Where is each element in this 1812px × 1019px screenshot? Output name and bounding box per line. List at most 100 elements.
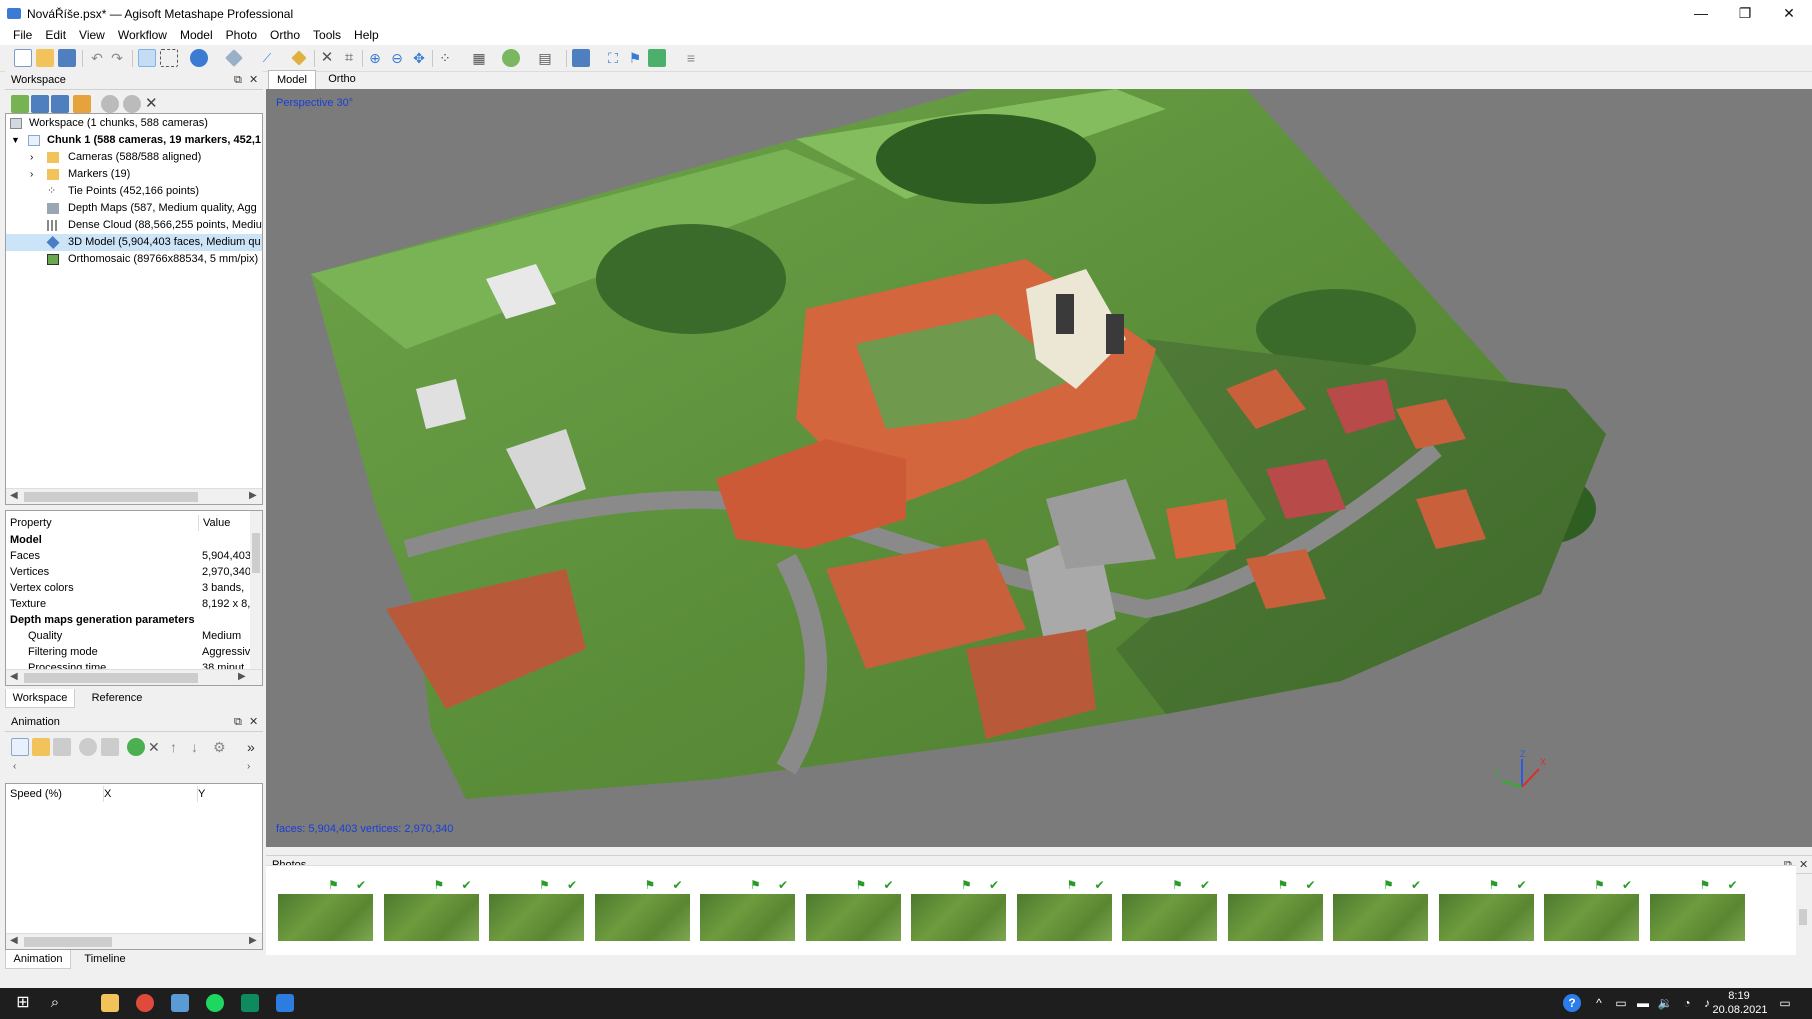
settings-icon[interactable]: ⚙ bbox=[213, 738, 231, 756]
photo-thumbnail[interactable] bbox=[1333, 894, 1428, 941]
photo-thumbnail[interactable] bbox=[383, 894, 479, 941]
start-icon[interactable]: ⊞ bbox=[14, 994, 32, 1012]
show-markers-icon[interactable]: ⚑ bbox=[626, 49, 644, 67]
photo-thumbnail[interactable] bbox=[1438, 894, 1534, 941]
dense-cloud-view-icon[interactable]: ▦ bbox=[470, 49, 488, 67]
track-settings-icon[interactable] bbox=[53, 738, 71, 756]
photo-thumbnail[interactable] bbox=[911, 894, 1006, 941]
scroll-left-icon[interactable]: ◀ bbox=[10, 490, 18, 501]
menu-file[interactable]: File bbox=[7, 25, 38, 45]
tree-item-orthomosaic[interactable]: Orthomosaic (89766x88534, 5 mm/pix) bbox=[6, 251, 262, 268]
workspace-hscrollbar[interactable]: ◀ ▶ bbox=[6, 488, 262, 504]
chevron-right-icon[interactable]: › bbox=[30, 149, 33, 166]
photo-thumbnail[interactable] bbox=[278, 894, 373, 941]
ruler-icon[interactable]: ⟋ bbox=[258, 49, 276, 67]
scroll-thumb[interactable] bbox=[1799, 909, 1807, 925]
close-button[interactable]: ✕ bbox=[1766, 0, 1812, 28]
tab-animation[interactable]: Animation bbox=[5, 950, 71, 969]
tab-ortho[interactable]: Ortho bbox=[318, 70, 366, 89]
model-viewport[interactable]: Perspective 30° faces: 5,904,403 vertice… bbox=[266, 89, 1812, 847]
capture-icon[interactable] bbox=[101, 738, 119, 756]
scroll-right-icon[interactable]: ▶ bbox=[238, 671, 246, 682]
tree-item-chunk[interactable]: ▼ Chunk 1 (588 cameras, 19 markers, 452,… bbox=[6, 132, 262, 149]
open-track-icon[interactable] bbox=[32, 738, 50, 756]
shape-icon[interactable] bbox=[225, 49, 243, 67]
delete-keyframe-icon[interactable]: ✕ bbox=[148, 738, 166, 756]
cameras-icon[interactable] bbox=[572, 49, 590, 67]
scroll-right-icon[interactable]: ▶ bbox=[249, 935, 257, 946]
tree-item-depth-maps[interactable]: Depth Maps (587, Medium quality, Agg bbox=[6, 200, 262, 217]
expand-arrow-icon[interactable]: ▼ bbox=[11, 132, 20, 149]
photo-thumbnail[interactable] bbox=[1649, 894, 1745, 941]
file-explorer-icon[interactable] bbox=[101, 994, 119, 1012]
add-photos-icon[interactable] bbox=[31, 95, 49, 113]
redo-icon[interactable]: ↷ bbox=[108, 49, 126, 67]
measure-icon[interactable] bbox=[291, 50, 307, 66]
clock-time[interactable]: 8:19 bbox=[1717, 990, 1761, 1002]
close-panel-icon[interactable]: ✕ bbox=[249, 71, 258, 89]
volume-icon[interactable]: 🔉 bbox=[1656, 994, 1674, 1012]
chrome-icon[interactable] bbox=[136, 994, 154, 1012]
device-icon[interactable]: ▭ bbox=[1612, 994, 1630, 1012]
chevron-up-icon[interactable]: ^ bbox=[1590, 994, 1608, 1012]
undo-icon[interactable]: ↶ bbox=[88, 49, 106, 67]
photo-thumbnail[interactable] bbox=[1227, 894, 1323, 941]
clock-date[interactable]: 20.08.2021 bbox=[1710, 1004, 1770, 1016]
rectangle-selection-icon[interactable] bbox=[160, 49, 178, 67]
help-icon[interactable]: ? bbox=[1563, 994, 1581, 1012]
save-icon[interactable] bbox=[58, 49, 76, 67]
spotify-icon[interactable] bbox=[206, 994, 224, 1012]
photos-vscrollbar[interactable] bbox=[1796, 895, 1810, 955]
more-icon[interactable]: » bbox=[247, 738, 265, 756]
scroll-thumb[interactable] bbox=[24, 937, 112, 947]
photo-thumbnail[interactable] bbox=[1544, 894, 1639, 941]
move-down-icon[interactable]: ↓ bbox=[191, 738, 209, 756]
show-cameras-icon[interactable]: ⛶ bbox=[604, 49, 622, 67]
tab-model[interactable]: Model bbox=[268, 70, 316, 89]
photo-thumbnail[interactable] bbox=[805, 894, 901, 941]
stereo-icon[interactable]: ≡ bbox=[682, 49, 700, 67]
float-panel-icon[interactable]: ⧉ bbox=[234, 713, 242, 731]
scroll-right-icon[interactable]: › bbox=[247, 761, 250, 772]
photo-thumbnail[interactable] bbox=[594, 894, 690, 941]
menu-view[interactable]: View bbox=[73, 25, 111, 45]
tree-item-dense-cloud[interactable]: Dense Cloud (88,566,255 points, Mediur bbox=[6, 217, 262, 234]
scroll-left-icon[interactable]: ‹ bbox=[13, 761, 16, 772]
tiled-model-icon[interactable]: ▤ bbox=[536, 49, 554, 67]
tree-item-cameras[interactable]: › Cameras (588/588 aligned) bbox=[6, 149, 262, 166]
photo-thumbnail[interactable] bbox=[700, 894, 795, 941]
close-panel-icon[interactable]: ✕ bbox=[249, 713, 258, 731]
float-panel-icon[interactable]: ⧉ bbox=[234, 71, 242, 89]
menu-workflow[interactable]: Workflow bbox=[112, 25, 173, 45]
menu-photo[interactable]: Photo bbox=[220, 25, 263, 45]
menu-edit[interactable]: Edit bbox=[39, 25, 72, 45]
tree-item-tie-points[interactable]: ⁘ Tie Points (452,166 points) bbox=[6, 183, 262, 200]
tab-reference[interactable]: Reference bbox=[77, 689, 157, 708]
reset-view-icon[interactable]: ✥ bbox=[410, 49, 428, 67]
disable-icon[interactable] bbox=[123, 95, 141, 113]
scroll-thumb[interactable] bbox=[24, 492, 198, 502]
model-view-icon[interactable] bbox=[502, 49, 520, 67]
notifications-icon[interactable]: ▭ bbox=[1776, 994, 1794, 1012]
tab-workspace[interactable]: Workspace bbox=[5, 689, 75, 708]
chevron-right-icon[interactable]: › bbox=[30, 166, 33, 183]
enable-icon[interactable] bbox=[101, 95, 119, 113]
photo-thumbnail[interactable] bbox=[1016, 894, 1112, 941]
remove-icon[interactable]: ✕ bbox=[145, 95, 163, 113]
maximize-button[interactable]: ❐ bbox=[1722, 0, 1768, 28]
add-keyframe-icon[interactable] bbox=[127, 738, 145, 756]
tree-item-markers[interactable]: › Markers (19) bbox=[6, 166, 262, 183]
scroll-thumb[interactable] bbox=[24, 673, 198, 683]
properties-vscrollbar[interactable] bbox=[250, 511, 262, 669]
battery-icon[interactable]: ▬ bbox=[1634, 994, 1652, 1012]
zoom-out-icon[interactable]: ⊖ bbox=[388, 49, 406, 67]
crop-icon[interactable]: ⌗ bbox=[340, 49, 358, 67]
menu-tools[interactable]: Tools bbox=[307, 25, 347, 45]
delete-selection-icon[interactable]: ✕ bbox=[318, 49, 336, 67]
scroll-thumb[interactable] bbox=[252, 533, 260, 573]
scroll-left-icon[interactable]: ◀ bbox=[10, 671, 18, 682]
play-icon[interactable] bbox=[79, 738, 97, 756]
point-cloud-icon[interactable]: ⁘ bbox=[436, 49, 454, 67]
search-icon[interactable]: ⌕ bbox=[46, 994, 64, 1012]
photo-thumbnail[interactable] bbox=[489, 894, 584, 941]
